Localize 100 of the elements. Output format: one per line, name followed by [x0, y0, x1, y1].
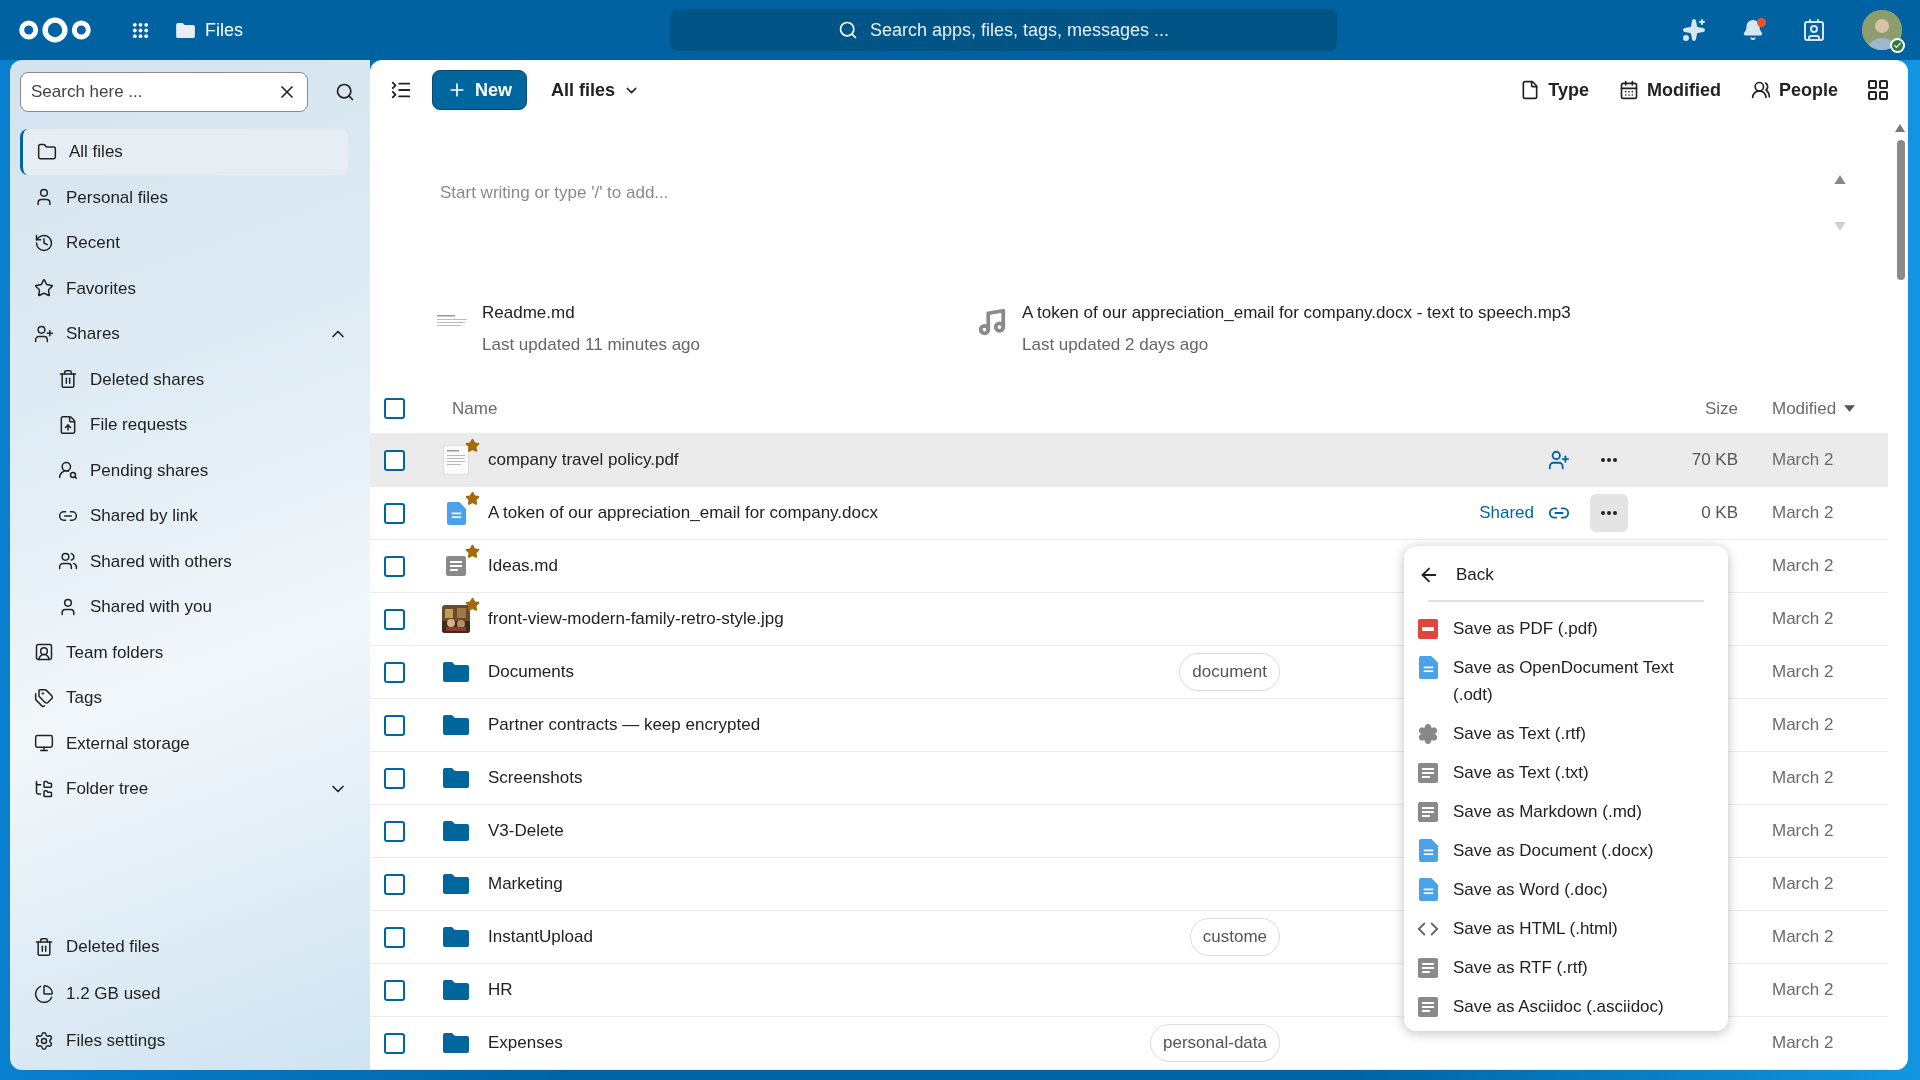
checkbox[interactable] — [384, 820, 405, 842]
file-size: 70 KB — [1690, 449, 1738, 472]
checkbox[interactable] — [384, 714, 405, 736]
add-share-icon[interactable] — [1548, 449, 1570, 471]
menu-item[interactable]: Save as HTML (.html) — [1416, 910, 1716, 949]
calendar-icon — [1618, 80, 1639, 100]
nav-item[interactable]: Folder tree — [20, 766, 328, 812]
checkbox[interactable] — [384, 608, 405, 630]
pdf-icon — [1418, 618, 1438, 639]
nav-item[interactable]: Shared with others — [20, 538, 360, 584]
scroll-up-icon[interactable] — [1834, 175, 1846, 184]
grid-view-icon[interactable] — [1866, 78, 1890, 102]
back-menu-item[interactable]: Back — [1416, 554, 1716, 596]
file-name[interactable]: front-view-modern-family-retro-style.jpg — [488, 606, 784, 632]
checkbox[interactable] — [384, 555, 405, 577]
document-icon — [446, 501, 466, 525]
nav-item[interactable]: Pending shares — [20, 447, 360, 493]
recent-file[interactable]: A token of our appreciation_email for company.docx - text to speech.mp3 Last updated 2 days ago — [976, 300, 1571, 357]
modified-date: March 2 — [1771, 926, 1835, 949]
file-name[interactable]: Ideas.md — [488, 553, 558, 579]
file-name[interactable]: Documents — [488, 659, 574, 685]
recent-file[interactable]: Readme.md Last updated 11 minutes ago — [436, 300, 976, 357]
file-name[interactable]: company travel policy.pdf — [488, 447, 679, 473]
file-name: Readme.md — [482, 302, 576, 324]
user-icon — [58, 596, 78, 617]
file-name[interactable]: HR — [488, 977, 513, 1003]
footer-item[interactable]: Files settings — [20, 1017, 360, 1064]
nav-item[interactable]: Deleted shares — [20, 356, 360, 402]
footer-item[interactable]: Deleted files — [20, 923, 360, 970]
toggle-sidebar-icon[interactable] — [390, 79, 412, 101]
checkbox[interactable] — [384, 1032, 405, 1054]
nav-item[interactable]: All files — [20, 129, 348, 175]
menu-item[interactable]: Save as PDF (.pdf) — [1416, 610, 1716, 649]
nav-item[interactable]: Shared by link — [20, 493, 360, 539]
column-header[interactable]: Size — [1678, 395, 1738, 422]
team-folder-icon — [34, 642, 54, 663]
add-user-icon — [34, 323, 54, 344]
filter-button[interactable]: Modified — [1618, 76, 1721, 104]
file-name[interactable]: A token of our appreciation_email for company.docx — [488, 500, 878, 526]
scrollbar-thumb[interactable] — [1897, 140, 1905, 280]
checkbox[interactable] — [384, 449, 405, 471]
menu-item[interactable]: Save as Text (.txt) — [1416, 754, 1716, 793]
notification-icon[interactable] — [1742, 19, 1764, 41]
global-search-field[interactable]: Search apps, files, tags, messages ... — [670, 9, 1337, 51]
filter-button[interactable]: Type — [1520, 76, 1589, 104]
app-name[interactable]: Files — [205, 16, 243, 44]
pie-chart-icon — [34, 983, 54, 1004]
nav-item[interactable]: External storage — [20, 720, 348, 766]
checkbox[interactable] — [384, 661, 405, 683]
text-file-icon — [1418, 801, 1438, 822]
column-header[interactable]: Modified — [1738, 395, 1888, 422]
text-file-icon — [1418, 762, 1438, 783]
modified-date: March 2 — [1771, 555, 1835, 578]
contacts-icon[interactable] — [1802, 18, 1826, 42]
nav-item[interactable]: Team folders — [20, 629, 348, 675]
checkbox[interactable] — [384, 398, 405, 419]
nav-item[interactable]: Shared with you — [20, 584, 360, 630]
document-thumbnail — [443, 445, 469, 475]
scroll-up-icon[interactable] — [1895, 124, 1905, 132]
location-dropdown[interactable]: All files — [551, 76, 641, 104]
file-name[interactable]: V3-Delete — [488, 818, 564, 844]
checkbox[interactable] — [384, 767, 405, 789]
column-header[interactable]: Name — [452, 395, 1678, 422]
settings-icon — [34, 1030, 54, 1051]
menu-item[interactable]: Save as Word (.doc) — [1416, 871, 1716, 910]
menu-item[interactable]: Save as Text (.rtf) — [1416, 715, 1716, 754]
monitor-icon — [34, 733, 54, 754]
updated-time: Last updated 11 minutes ago — [482, 333, 700, 356]
nav-item[interactable]: File requests — [20, 402, 360, 448]
modified-date: March 2 — [1771, 714, 1835, 737]
file-name[interactable]: InstantUpload — [488, 924, 593, 950]
more-actions-button[interactable] — [1590, 494, 1628, 532]
file-name[interactable]: Expenses — [488, 1030, 563, 1056]
file-row[interactable]: company travel policy.pdf 70 KB March 2 — [370, 434, 1888, 487]
checkbox[interactable] — [384, 873, 405, 895]
nav-item[interactable]: Tags — [20, 675, 348, 721]
checkbox[interactable] — [384, 979, 405, 1001]
filter-button[interactable]: People — [1750, 76, 1838, 104]
footer-item[interactable]: 1.2 GB used — [20, 970, 360, 1017]
file-name[interactable]: Screenshots — [488, 765, 583, 791]
status-icon — [1890, 38, 1905, 53]
text-file-icon — [1418, 996, 1438, 1017]
checkbox[interactable] — [384, 926, 405, 948]
nav-item[interactable]: Personal files — [20, 174, 348, 220]
checkbox[interactable] — [384, 502, 405, 524]
search-icon[interactable] — [335, 82, 355, 102]
nav-item[interactable]: Recent — [20, 220, 348, 266]
sidebar-search-field[interactable]: Search here ... — [20, 72, 308, 112]
shared-link[interactable]: Shared — [1479, 500, 1534, 526]
nav-item[interactable]: Shares — [20, 311, 328, 357]
sparkle-icon[interactable] — [1682, 18, 1706, 42]
avatar[interactable] — [1862, 10, 1902, 50]
file-name[interactable]: Marketing — [488, 871, 563, 897]
apps-grid-icon[interactable] — [132, 21, 149, 39]
nav-item[interactable]: Favorites — [20, 265, 348, 311]
settings-icon — [1417, 722, 1439, 745]
folders-icon — [34, 778, 54, 799]
file-name[interactable]: Partner contracts — keep encrypted — [488, 712, 761, 738]
new-button[interactable]: New — [432, 70, 527, 110]
folder-icon — [443, 927, 469, 947]
